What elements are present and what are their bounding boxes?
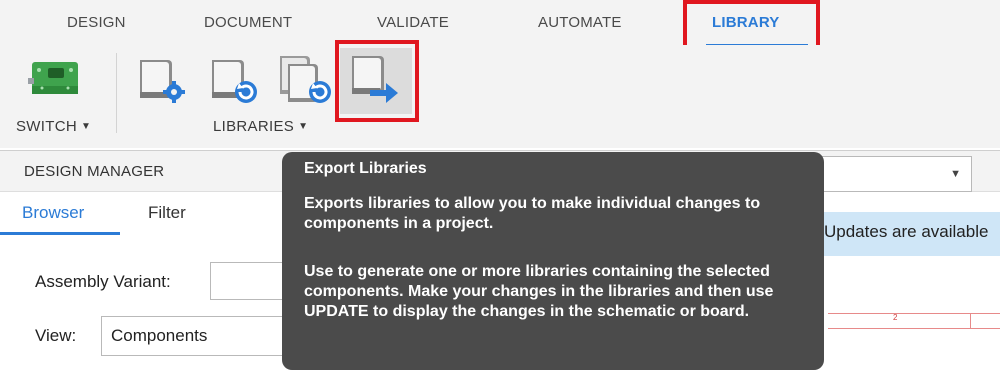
active-subtab-indicator	[0, 232, 120, 235]
library-settings-icon[interactable]	[134, 52, 190, 108]
export-button-highlight	[335, 40, 419, 122]
updates-banner-text: Updates are available	[824, 222, 989, 241]
switch-label: SWITCH	[16, 118, 77, 135]
assembly-variant-field[interactable]	[210, 262, 290, 300]
view-label: View:	[35, 326, 77, 345]
assembly-variant-label: Assembly Variant:	[35, 272, 171, 291]
schematic-tick	[970, 314, 971, 328]
tooltip-title: Export Libraries	[304, 160, 427, 177]
design-manager-title: DESIGN MANAGER	[24, 163, 165, 180]
tooltip-description: Exports libraries to allow you to make i…	[304, 195, 761, 232]
library-refresh-icon[interactable]	[206, 52, 262, 108]
tab-validate[interactable]: VALIDATE	[377, 14, 449, 31]
switch-menu[interactable]: SWITCH ▼	[16, 118, 91, 135]
ribbon-separator	[116, 53, 117, 133]
libraries-menu[interactable]: LIBRARIES ▼	[213, 118, 308, 135]
view-select-value: Components	[111, 326, 208, 345]
libraries-label: LIBRARIES	[213, 118, 295, 135]
libraries-refresh-icon[interactable]	[276, 52, 336, 108]
tooltip-details: Use to generate one or more libraries co…	[304, 263, 774, 320]
app-window: DESIGN DOCUMENT VALIDATE AUTOMATE LIBRAR…	[0, 0, 1000, 374]
schematic-marker: 2	[893, 313, 898, 322]
switch-caret-icon: ▼	[80, 121, 92, 132]
filter-dropdown[interactable]: ▼	[800, 156, 972, 192]
tab-design[interactable]: DESIGN	[67, 14, 126, 31]
tab-bar: DESIGN DOCUMENT VALIDATE AUTOMATE LIBRAR…	[0, 0, 1000, 47]
subtab-filter[interactable]: Filter	[148, 203, 186, 223]
schematic-frame-edge	[828, 313, 1000, 329]
libraries-caret-icon: ▼	[298, 121, 309, 132]
tab-document[interactable]: DOCUMENT	[204, 14, 292, 31]
subtab-browser[interactable]: Browser	[22, 203, 84, 223]
export-libraries-tooltip: Export Libraries Exports libraries to al…	[282, 152, 824, 370]
view-select[interactable]: Components	[101, 316, 291, 356]
switch-board-icon[interactable]	[26, 56, 86, 104]
chevron-down-icon: ▼	[950, 168, 961, 180]
tab-automate[interactable]: AUTOMATE	[538, 14, 622, 31]
updates-banner[interactable]: Updates are available	[818, 212, 1000, 256]
